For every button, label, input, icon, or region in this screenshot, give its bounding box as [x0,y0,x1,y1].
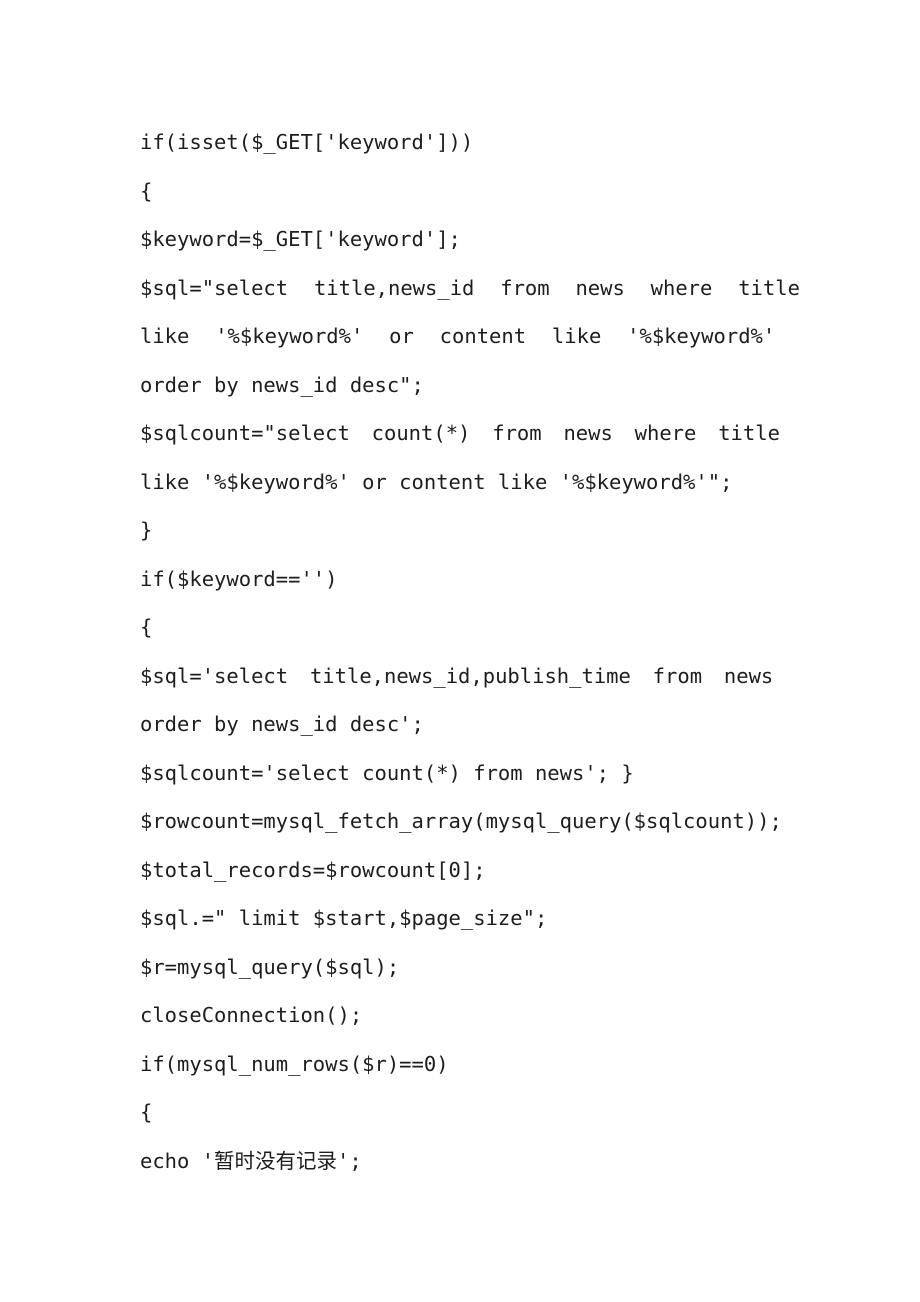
code-line: $keyword=$_GET['keyword']; [140,227,461,251]
code-line: order by news_id desc'; [140,712,424,736]
code-line: $r=mysql_query($sql); [140,954,400,979]
code-line: $total_records=$rowcount[0]; [140,857,486,882]
code-line: $sqlcount='select count(*) from news'; } [140,760,634,785]
code-block: if(isset($_GET['keyword'])) { $keyword=$… [140,118,800,1185]
document-page: if(isset($_GET['keyword'])) { $keyword=$… [0,0,920,1302]
code-line: if(isset($_GET['keyword'])) [140,130,474,154]
code-line: order by news_id desc"; [140,372,424,397]
code-line: { [140,1100,153,1124]
code-line: $sql="select title,news_id from news whe… [140,275,800,300]
code-line: closeConnection(); [140,1003,363,1027]
code-line: like '%$keyword%' or content like '%$key… [140,469,733,494]
code-line: $sql.=" limit $start,$page_size"; [140,906,548,930]
code-line: if($keyword=='') [140,566,338,591]
code-line: $rowcount=mysql_fetch_array(mysql_query(… [140,809,782,833]
code-line: { [140,178,153,203]
code-line: { [140,615,153,639]
code-line: $sql='select title,news_id,publish_time … [140,663,774,688]
code-line: $sqlcount="select count(*) from news whe… [140,421,780,445]
code-line: like '%$keyword%' or content like '%$key… [140,324,776,348]
code-line: } [140,518,153,542]
code-line: echo '暂时没有记录'; [140,1148,362,1173]
code-line: if(mysql_num_rows($r)==0) [140,1051,449,1076]
